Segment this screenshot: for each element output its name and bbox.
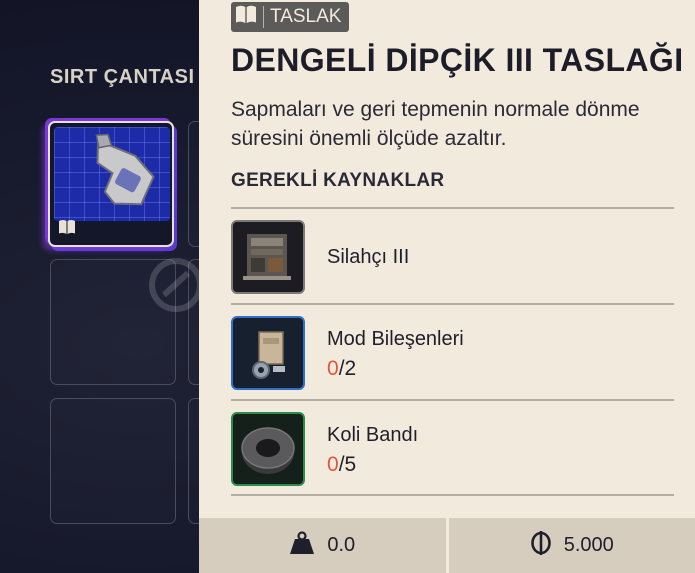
weight-cell: 0.0 <box>199 518 446 573</box>
requirement-have: 0 <box>327 453 339 476</box>
requirement-need: /5 <box>338 453 357 476</box>
mod-components-icon <box>231 316 305 390</box>
price-cell: 5.000 <box>449 518 695 573</box>
requirement-name: Mod Bileşenleri <box>327 328 464 350</box>
book-icon <box>235 4 257 30</box>
coin-icon <box>530 530 552 561</box>
item-title: DENGELİ DİPÇİK III TASLAĞI <box>231 42 684 78</box>
requirement-need: /2 <box>338 357 357 380</box>
item-tooltip: TASLAK DENGELİ DİPÇİK III TASLAĞI Sapmal… <box>199 0 695 573</box>
price-value: 5.000 <box>563 534 614 556</box>
requirement-name: Koli Bandı <box>327 424 419 446</box>
inventory-slot-empty[interactable] <box>50 259 176 385</box>
badge-divider <box>263 6 264 28</box>
blueprint-book-icon <box>58 219 76 239</box>
requirement-row: Silahçı III <box>231 209 674 303</box>
divider <box>231 494 674 496</box>
duct-tape-icon <box>231 412 305 486</box>
requirement-count: 0/5 <box>327 453 356 477</box>
stabilizer-stock-blueprint-art <box>54 127 170 221</box>
workbench-icon <box>231 220 305 294</box>
blueprint-badge: TASLAK <box>231 2 350 32</box>
weight-icon <box>289 530 315 561</box>
item-description: Sapmaları ve geri tepmenin normale dönme… <box>231 98 640 150</box>
requirement-count: 0/2 <box>327 357 356 381</box>
badge-label: TASLAK <box>270 6 342 27</box>
weight-value: 0.0 <box>327 534 356 556</box>
inventory-slot-blueprint[interactable] <box>48 121 174 247</box>
requirement-name: Silahçı III <box>327 246 410 268</box>
tooltip-footer: 0.0 5.000 <box>199 518 695 573</box>
backpack-title: SIRT ÇANTASI <box>50 66 195 88</box>
requirements-header: GEREKLİ KAYNAKLAR <box>231 170 445 191</box>
requirement-row: Mod Bileşenleri 0/2 <box>231 305 674 399</box>
requirement-have: 0 <box>327 357 339 380</box>
requirement-row: Koli Bandı 0/5 <box>231 401 674 495</box>
inventory-slot-empty[interactable] <box>50 398 176 524</box>
